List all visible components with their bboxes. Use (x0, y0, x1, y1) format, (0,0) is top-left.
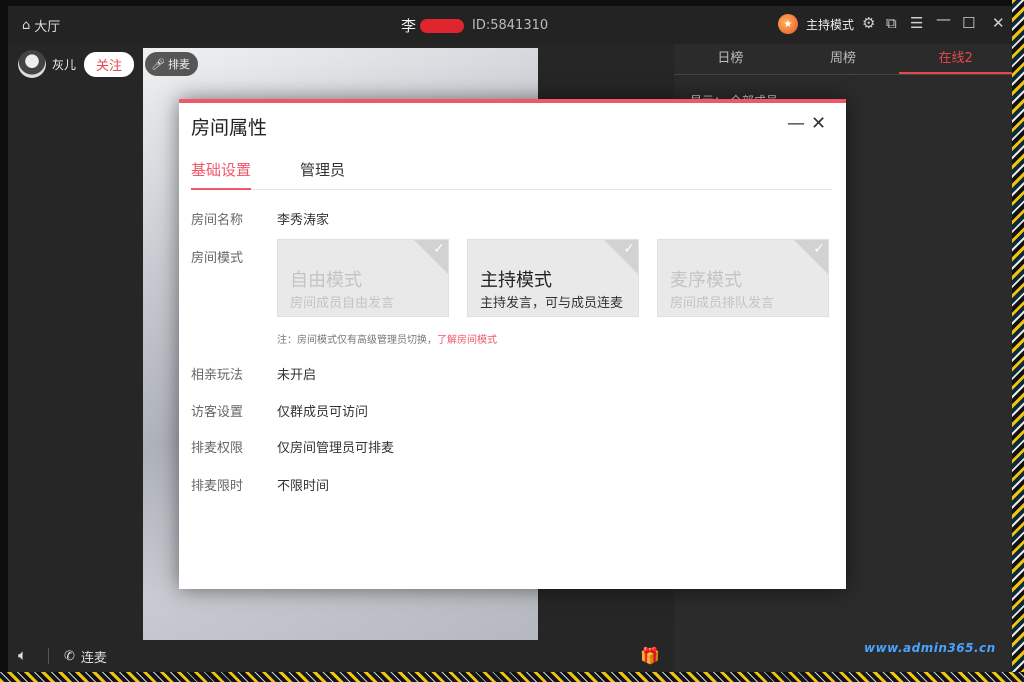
mode-card-queue[interactable]: ✓ 麦序模式 房间成员排队发言 (657, 239, 829, 317)
dating-label: 相亲玩法 (191, 368, 244, 383)
host-mode-label: 主持模式 (806, 17, 855, 32)
mode-title: 主持模式 (480, 270, 552, 291)
volume-icon[interactable]: 🔈︎ (18, 646, 27, 664)
close-icon[interactable]: ✕ (992, 14, 1005, 32)
menu-icon[interactable]: ☰ (910, 14, 923, 32)
minimize-icon[interactable]: — (936, 10, 951, 28)
room-id: ID:5841310 (472, 18, 549, 33)
tab-online[interactable]: 在线2 (899, 44, 1012, 74)
queue-permission-value: 仅房间管理员可排麦 (277, 441, 395, 456)
divider (48, 648, 49, 664)
mode-note-text: 注：房间模式仅有高级管理员切换， (277, 335, 437, 346)
external-link-icon[interactable]: ⧉ (886, 14, 897, 32)
room-name-value: 李秀涛家 (277, 213, 330, 228)
queue-permission-label: 排麦权限 (191, 441, 244, 456)
gear-icon[interactable]: ⚙ (862, 14, 875, 32)
mode-card-free[interactable]: ✓ 自由模式 房间成员自由发言 (277, 239, 449, 317)
mode-desc: 房间成员自由发言 (290, 296, 395, 311)
dating-value: 未开启 (277, 368, 317, 383)
room-properties-dialog: 房间属性 — ✕ 基础设置 管理员 房间名称 李秀涛家 房间模式 ✓ 自由模式 … (179, 99, 846, 589)
follow-button[interactable]: 关注 (84, 51, 135, 77)
dialog-tabs: 基础设置 管理员 (191, 151, 832, 190)
background-stripes-bottom (0, 672, 1024, 682)
check-icon: ✓ (433, 241, 445, 257)
mode-desc: 房间成员排队发言 (670, 296, 775, 311)
maximize-icon[interactable]: ☐ (962, 14, 975, 32)
bottom-bar: 🔈︎ ✆ 连麦 🎁 (8, 640, 674, 672)
queue-button[interactable]: 🎤︎ 排麦 (145, 52, 198, 76)
watermark: www.admin365.cn (864, 641, 996, 655)
avatar[interactable] (18, 50, 46, 78)
tab-basic-settings[interactable]: 基础设置 (191, 159, 252, 190)
lobby-link[interactable]: ⌂ 大厅 (22, 16, 60, 35)
queue-limit-label: 排麦限时 (191, 479, 244, 494)
mode-title: 自由模式 (290, 270, 362, 291)
gift-icon[interactable]: 🎁 (640, 646, 660, 665)
title-bar: ⌂ 大厅 李 ID:5841310 ★ 主持模式 ⚙ ⧉ ☰ ☐ ✕ — (8, 6, 1012, 44)
host-mode-indicator[interactable]: ★ 主持模式 (778, 14, 854, 34)
visitor-value: 仅群成员可访问 (277, 405, 369, 420)
background-stripes (1012, 0, 1024, 682)
tab-weekly[interactable]: 周榜 (787, 44, 900, 74)
dialog-title: 房间属性 (191, 117, 268, 139)
user-chip: 灰儿 关注 (18, 50, 135, 78)
tab-admins[interactable]: 管理员 (300, 159, 345, 188)
mode-desc: 主持发言，可与成员连麦 (480, 296, 624, 311)
room-title-prefix: 李 (401, 17, 417, 35)
mic-link-label: 连麦 (80, 651, 107, 666)
mode-note: 注：房间模式仅有高级管理员切换，了解房间模式 (277, 331, 497, 346)
ranking-tabs: 日榜 周榜 在线2 (674, 44, 1012, 75)
queue-label: 排麦 (167, 58, 190, 71)
redacted-mark (420, 18, 465, 33)
tab-daily[interactable]: 日榜 (674, 44, 787, 74)
room-title: 李 ID:5841310 (401, 15, 548, 36)
queue-limit-value: 不限时间 (277, 479, 330, 494)
room-mode-label: 房间模式 (191, 251, 244, 266)
learn-mode-link[interactable]: 了解房间模式 (437, 335, 497, 346)
check-icon: ✓ (623, 241, 635, 257)
user-name: 灰儿 (52, 57, 77, 72)
host-mode-icon: ★ (778, 14, 798, 34)
room-name-label: 房间名称 (191, 213, 244, 228)
check-icon: ✓ (813, 241, 825, 257)
close-icon[interactable]: ✕ (811, 113, 826, 134)
visitor-label: 访客设置 (191, 405, 244, 420)
mic-icon: 🎤︎ (151, 57, 165, 71)
phone-icon: ✆ (64, 649, 75, 664)
minimize-icon[interactable]: — (787, 113, 805, 134)
lobby-label: 大厅 (34, 20, 61, 35)
home-icon: ⌂ (22, 18, 31, 33)
mode-title: 麦序模式 (670, 270, 742, 291)
mode-card-host[interactable]: ✓ 主持模式 主持发言，可与成员连麦 (467, 239, 639, 317)
mic-link-button[interactable]: ✆ 连麦 (64, 647, 107, 666)
